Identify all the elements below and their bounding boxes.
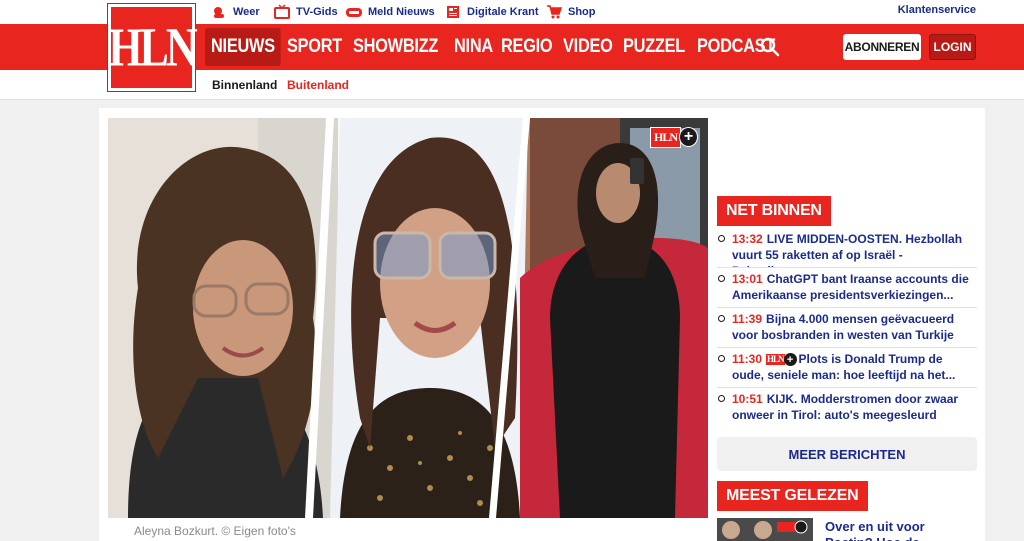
login-button[interactable]: LOGIN	[929, 34, 976, 60]
customer-service-link[interactable]: Klantenservice	[898, 4, 976, 16]
weather-icon	[214, 7, 224, 18]
newspaper-icon	[447, 6, 459, 18]
search-icon[interactable]	[760, 37, 780, 57]
net-binnen-list: 13:32 LIVE MIDDEN-OOSTEN. Hezbollah vuurt…	[717, 228, 977, 428]
subscribe-button[interactable]: ABONNEREN	[843, 34, 921, 60]
plus-icon: +	[783, 353, 797, 367]
weather-link[interactable]: Weer	[211, 3, 260, 21]
photo-caption: Aleyna Bozkurt. © Eigen foto's	[134, 524, 296, 538]
meest-gelezen-header: MEEST GELEZEN	[717, 481, 868, 511]
net-binnen-header: NET BINNEN	[717, 196, 831, 226]
popular-thumbnail-image	[717, 518, 813, 541]
popular-thumbnail[interactable]	[717, 518, 813, 541]
news-time: 11:30	[732, 352, 763, 366]
report-news-label: Meld Nieuws	[368, 6, 435, 18]
tab-nina[interactable]: NINA	[448, 28, 499, 66]
news-title: LIVE MIDDEN-OOSTEN. Hezbollah vuurt 55 r…	[732, 232, 963, 267]
list-item[interactable]: 13:01 ChatGPT bant Iraanse accounts die A…	[717, 268, 977, 308]
shop-label: Shop	[568, 6, 596, 18]
plus-icon: +	[679, 127, 698, 147]
digital-paper-link[interactable]: Digitale Krant	[445, 3, 539, 21]
news-title: Bijna 4.000 mensen geëvacueerd voor bosb…	[732, 312, 955, 342]
tab-showbizz[interactable]: SHOWBIZZ	[347, 28, 444, 66]
popular-article-title[interactable]: Over en uit voor Poetin? Hoe de Oekraïen…	[825, 519, 975, 541]
tv-icon	[274, 4, 290, 19]
more-news-button[interactable]: MEER BERICHTEN	[717, 437, 977, 471]
section-tabs: NIEUWS SPORT SHOWBIZZ NINA REGIO VIDEO P…	[205, 28, 784, 66]
tv-guide-label: TV-Gids	[296, 6, 338, 18]
news-time: 13:01	[732, 272, 763, 286]
tab-sport[interactable]: SPORT	[281, 28, 348, 66]
tab-regio[interactable]: REGIO	[495, 28, 558, 66]
report-icon	[346, 8, 362, 17]
tv-guide-link[interactable]: TV-Gids	[274, 3, 338, 21]
shop-link[interactable]: Shop	[546, 3, 596, 21]
logo-text: HLN	[108, 16, 197, 79]
hln-plus-logo: HLN	[650, 126, 682, 148]
news-time: 10:51	[732, 392, 763, 406]
tab-puzzel[interactable]: PUZZEL	[617, 28, 691, 66]
hln-plus-mini-logo: HLN	[766, 354, 785, 366]
collage-dividers	[305, 118, 530, 518]
news-time: 13:32	[732, 232, 763, 246]
list-item[interactable]: 13:32 LIVE MIDDEN-OOSTEN. Hezbollah vuurt…	[717, 228, 977, 268]
news-title: KIJK. Modderstromen door zwaar onweer in…	[732, 392, 959, 422]
news-time: 11:39	[732, 312, 763, 326]
list-item[interactable]: 10:51 KIJK. Modderstromen door zwaar onwe…	[717, 388, 977, 428]
report-news-link[interactable]: Meld Nieuws	[346, 3, 435, 21]
weather-label: Weer	[233, 6, 260, 18]
tab-video[interactable]: VIDEO	[557, 28, 619, 66]
list-item[interactable]: 11:39 Bijna 4.000 mensen geëvacueerd voor…	[717, 308, 977, 348]
subnav-buitenland[interactable]: Buitenland	[287, 78, 349, 92]
list-item[interactable]: 11:30 HLN + Plots is Donald Trump de oude, …	[717, 348, 977, 388]
hln-plus-badge: HLN +	[650, 126, 698, 148]
hero-image[interactable]	[108, 118, 708, 518]
digital-paper-label: Digitale Krant	[467, 6, 539, 18]
tab-nieuws[interactable]: NIEUWS	[205, 28, 281, 66]
site-logo[interactable]: HLN	[108, 4, 198, 91]
hln-plus-mini-badge: HLN +	[766, 353, 797, 367]
news-title: ChatGPT bant Iraanse accounts die Amerik…	[732, 272, 969, 302]
subnav-binnenland[interactable]: Binnenland	[212, 78, 277, 92]
cart-icon	[547, 5, 562, 19]
